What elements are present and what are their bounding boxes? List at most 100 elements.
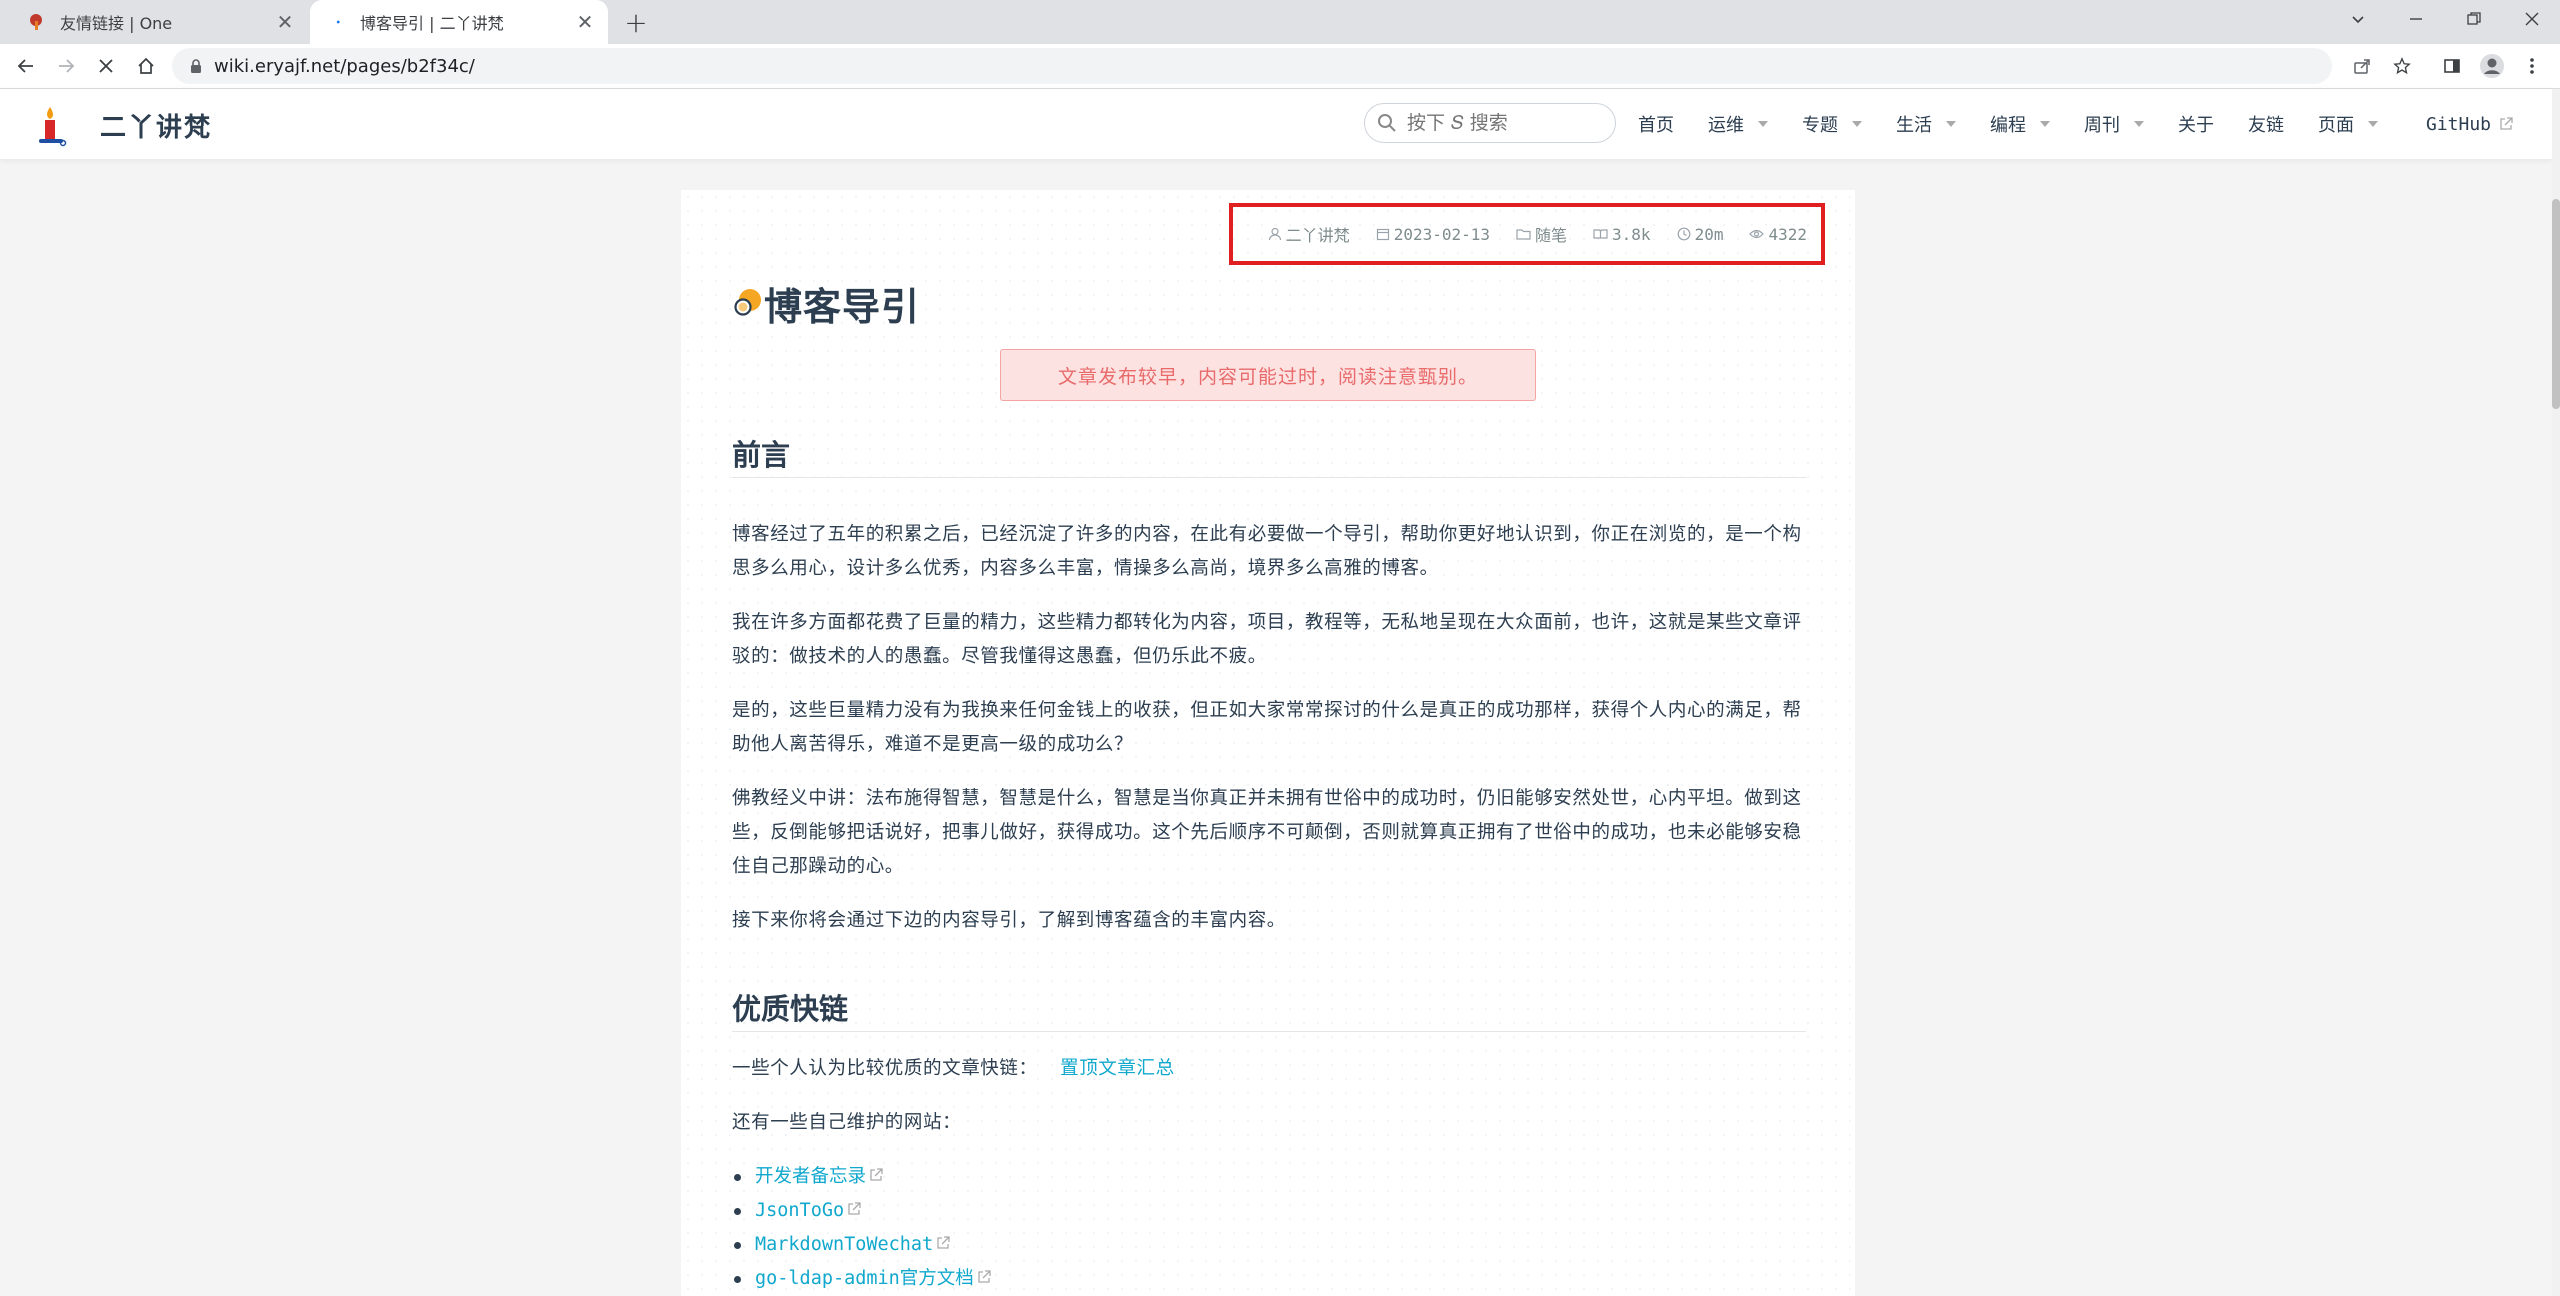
section-heading-quick-links: 优质快链 xyxy=(732,992,849,1026)
nav-item-weekly[interactable]: 周刊 xyxy=(2084,111,2144,137)
browser-tab-strip: 友情链接 | One ✕ 博客导引 | 二丫讲梵 ✕ + xyxy=(0,0,2560,44)
paragraph: 佛教经义中讲：法布施得智慧，智慧是什么，智慧是当你真正并未拥有世俗中的成功时，仍… xyxy=(732,788,1802,877)
meta-author[interactable]: 二丫讲梵 xyxy=(1268,222,1350,246)
tab-close-icon[interactable]: ✕ xyxy=(570,7,600,37)
paragraph-sites-intro: 还有一些自己维护的网站： xyxy=(732,1112,962,1133)
list-item[interactable]: 开发者备忘录 xyxy=(732,1160,991,1194)
nav-item-friends[interactable]: 友链 xyxy=(2248,111,2284,137)
book-icon xyxy=(1593,229,1608,239)
search-box[interactable] xyxy=(1364,103,1616,143)
site-name[interactable]: 二丫讲梵 xyxy=(100,107,212,144)
meta-date: 2023-02-13 xyxy=(1376,225,1490,244)
external-link-icon xyxy=(937,1236,950,1249)
site-link[interactable]: 开发者备忘录 xyxy=(755,1166,866,1187)
paragraph: 我在许多方面都花费了巨量的精力，这些精力都转化为内容，项目，教程等，无私地呈现在… xyxy=(732,612,1802,667)
page-scrollbar[interactable] xyxy=(2552,89,2560,1296)
section-divider xyxy=(732,1031,1806,1032)
paragraph-quick-links: 一些个人认为比较优质的文章快链： 置顶文章汇总 xyxy=(732,1052,1808,1086)
site-link[interactable]: MarkdownToWechat xyxy=(755,1234,933,1255)
close-window-icon[interactable] xyxy=(2502,0,2560,38)
site-navbar: 二丫讲梵 首页 运维 专题 生活 编程 周刊 关于 友链 页面 GitHub xyxy=(0,89,2552,160)
browser-menu-icon[interactable] xyxy=(2516,50,2548,82)
dropdown-caret-icon xyxy=(2134,121,2144,127)
bookmark-star-icon[interactable] xyxy=(2386,50,2418,82)
nav-item-about[interactable]: 关于 xyxy=(2178,111,2214,137)
external-link-icon xyxy=(848,1202,861,1215)
nav-item-topics[interactable]: 专题 xyxy=(1802,111,1862,137)
tab-search-icon[interactable] xyxy=(2328,0,2388,38)
loading-favicon-icon xyxy=(336,20,340,24)
back-icon[interactable] xyxy=(10,50,42,82)
external-link-icon xyxy=(870,1168,883,1181)
user-icon xyxy=(1268,227,1281,241)
list-item[interactable]: MarkdownToWechat xyxy=(732,1228,991,1262)
browser-tab-inactive[interactable]: 友情链接 | One ✕ xyxy=(16,0,308,44)
nav-label: 首页 xyxy=(1638,115,1674,136)
meta-read-time-text: 20m xyxy=(1694,224,1724,244)
nav-item-life[interactable]: 生活 xyxy=(1896,111,1956,137)
meta-read-time: 20m xyxy=(1677,224,1724,244)
nav-menu: 首页 运维 专题 生活 编程 周刊 关于 友链 页面 GitHub xyxy=(1638,89,2547,159)
list-item[interactable]: go-ldap-admin官方文档 xyxy=(732,1262,991,1296)
search-input[interactable] xyxy=(1405,111,1589,135)
nav-item-github[interactable]: GitHub xyxy=(2426,114,2513,135)
share-icon[interactable] xyxy=(2346,50,2378,82)
nav-label: 生活 xyxy=(1896,115,1932,136)
dropdown-caret-icon xyxy=(2040,121,2050,127)
article-meta-highlight: 二丫讲梵 2023-02-13 随笔 3.8k 20m 4322 xyxy=(1229,203,1825,265)
nav-item-programming[interactable]: 编程 xyxy=(1990,111,2050,137)
home-icon[interactable] xyxy=(130,50,162,82)
restore-icon[interactable] xyxy=(2444,0,2504,38)
outdated-notice: 文章发布较早，内容可能过时，阅读注意甄别。 xyxy=(1000,349,1536,401)
nav-label: 运维 xyxy=(1708,115,1744,136)
dropdown-caret-icon xyxy=(2368,121,2378,127)
forward-icon[interactable] xyxy=(50,50,82,82)
tab-title: 博客导引 | 二丫讲梵 xyxy=(360,14,504,33)
meta-category[interactable]: 随笔 xyxy=(1516,222,1567,246)
external-link-icon xyxy=(978,1270,991,1283)
browser-tab-active[interactable]: 博客导引 | 二丫讲梵 ✕ xyxy=(310,0,608,44)
dropdown-caret-icon xyxy=(1946,121,1956,127)
nav-label: 编程 xyxy=(1990,115,2026,136)
meta-author-text: 二丫讲梵 xyxy=(1285,226,1350,245)
nav-item-home[interactable]: 首页 xyxy=(1638,111,1674,137)
dropdown-caret-icon xyxy=(1758,121,1768,127)
tab-close-icon[interactable]: ✕ xyxy=(270,7,300,37)
pinned-articles-link[interactable]: 置顶文章汇总 xyxy=(1060,1058,1175,1079)
clock-icon xyxy=(1677,227,1690,241)
nav-label: 页面 xyxy=(2318,115,2354,136)
new-tab-button[interactable]: + xyxy=(620,6,652,39)
nav-item-pages[interactable]: 页面 xyxy=(2318,111,2378,137)
side-panel-icon[interactable] xyxy=(2436,50,2468,82)
section-divider xyxy=(732,477,1806,478)
sites-list: 开发者备忘录 JsonToGo MarkdownToWechat go-ldap… xyxy=(732,1160,991,1296)
meta-date-text: 2023-02-13 xyxy=(1393,224,1491,244)
meta-views-text: 4322 xyxy=(1768,224,1807,244)
nav-label: 友链 xyxy=(2248,115,2284,136)
site-link[interactable]: go-ldap-admin官方文档 xyxy=(755,1268,974,1289)
list-item[interactable]: JsonToGo xyxy=(732,1194,991,1228)
browser-toolbar: wiki.eryajf.net/pages/b2f34c/ xyxy=(0,44,2560,89)
profile-avatar-icon[interactable] xyxy=(2476,50,2508,82)
minimize-icon[interactable] xyxy=(2386,0,2446,38)
paragraph: 接下来你将会通过下边的内容导引，了解到博客蕴含的丰富内容。 xyxy=(732,910,1286,931)
search-icon xyxy=(1378,114,1396,132)
stop-loading-icon[interactable] xyxy=(90,50,122,82)
section-heading-preface: 前言 xyxy=(732,438,791,472)
title-row: 博客导引 xyxy=(732,276,920,331)
meta-words-text: 3.8k xyxy=(1612,224,1651,244)
paragraph: 博客经过了五年的积累之后，已经沉淀了许多的内容，在此有必要做一个导引，帮助你更好… xyxy=(732,524,1802,579)
calendar-icon xyxy=(1376,228,1389,241)
meta-word-count: 3.8k xyxy=(1593,225,1651,244)
scrollbar-thumb[interactable] xyxy=(2552,199,2560,409)
tab-title: 友情链接 | One xyxy=(60,14,173,33)
nav-label: 周刊 xyxy=(2084,115,2120,136)
meta-views: 4322 xyxy=(1749,225,1807,244)
address-bar[interactable]: wiki.eryajf.net/pages/b2f34c/ xyxy=(172,48,2332,84)
nav-label: 专题 xyxy=(1802,115,1838,136)
candle-logo-icon[interactable] xyxy=(34,105,68,147)
folder-icon xyxy=(1516,229,1531,240)
nav-item-ops[interactable]: 运维 xyxy=(1708,111,1768,137)
lock-icon xyxy=(191,58,201,73)
site-link[interactable]: JsonToGo xyxy=(755,1200,844,1221)
